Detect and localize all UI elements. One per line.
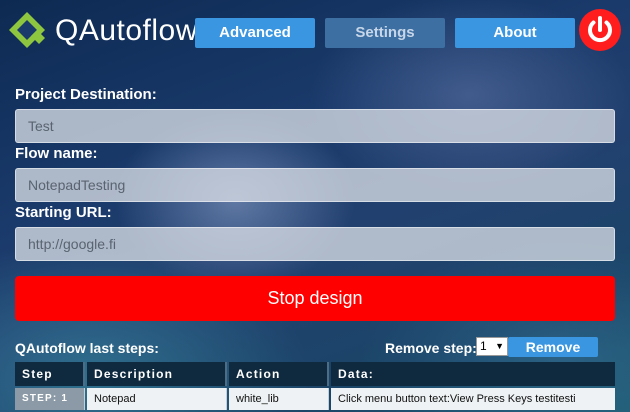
data-cell: Click menu button text:View Press Keys t… <box>331 388 615 410</box>
column-header-description: Description <box>87 362 227 386</box>
stop-design-button[interactable]: Stop design <box>15 276 615 321</box>
step-select[interactable]: 1 ▼ <box>476 337 508 356</box>
qautoflow-logo-icon <box>9 12 45 48</box>
action-cell: white_lib <box>229 388 329 410</box>
advanced-button[interactable]: Advanced <box>195 18 315 48</box>
destination-input[interactable]: Test <box>15 109 615 143</box>
remove-step-label: Remove step: <box>385 340 477 356</box>
column-header-action: Action <box>229 362 329 386</box>
settings-button[interactable]: Settings <box>325 18 445 48</box>
starting-url-input[interactable]: http://google.fi <box>15 227 615 261</box>
description-cell: Notepad <box>87 388 227 410</box>
column-header-step: Step <box>15 362 85 386</box>
power-button[interactable] <box>579 9 621 51</box>
steps-title: QAutoflow last steps: <box>15 340 159 356</box>
step-select-value: 1 <box>480 339 487 353</box>
chevron-down-icon: ▼ <box>495 341 504 351</box>
flow-name-label: Flow name: <box>15 145 98 162</box>
column-header-data: Data: <box>331 362 615 386</box>
power-icon <box>588 16 612 43</box>
app-title: QAutoflow <box>55 14 198 47</box>
step-cell: STEP: 1 <box>15 388 85 410</box>
starting-url-label: Starting URL: <box>15 204 112 221</box>
about-button[interactable]: About <box>455 18 575 48</box>
remove-button[interactable]: Remove <box>508 337 598 357</box>
flow-name-input[interactable]: NotepadTesting <box>15 168 615 202</box>
destination-label: Project Destination: <box>15 86 157 103</box>
